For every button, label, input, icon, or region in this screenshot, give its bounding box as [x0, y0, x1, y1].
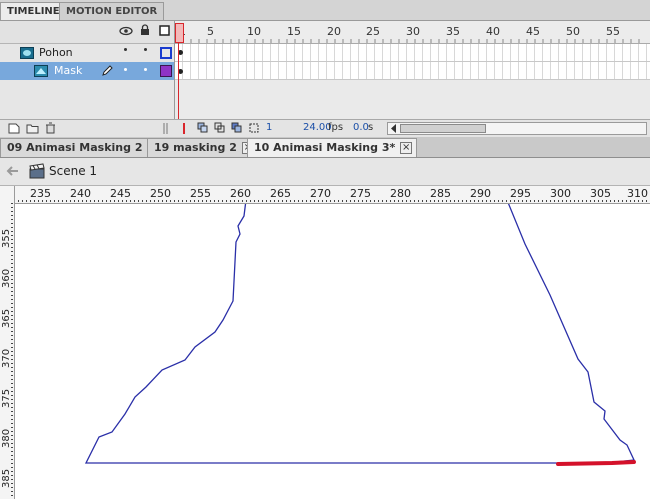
ruler-label: 300	[550, 187, 571, 200]
highlight-stroke	[556, 460, 636, 466]
doc-tab-label: 09 Animasi Masking 2	[7, 141, 143, 154]
center-frame-icon[interactable]	[180, 123, 188, 134]
ruler-label: 385	[1, 468, 12, 488]
scene-bar: Scene 1	[0, 158, 650, 186]
onion-skin-icon[interactable]	[197, 122, 209, 134]
ruler-label: 310	[627, 187, 648, 200]
outline-icon[interactable]	[159, 25, 171, 37]
frame-area: 1 5 10 15 20 25 30 35 40 45 50 55	[175, 21, 650, 140]
layer-panel: Pohon Mask	[0, 21, 175, 119]
ruler-label: 295	[510, 187, 531, 200]
layer-header	[0, 21, 174, 44]
resize-grip-icon[interactable]	[163, 123, 169, 134]
eye-icon[interactable]	[119, 26, 133, 36]
ruler-label: 365	[1, 308, 12, 328]
ruler-label: 260	[230, 187, 251, 200]
tab-timeline[interactable]: TIMELINE	[0, 2, 67, 20]
frame-ruler[interactable]: 1 5 10 15 20 25 30 35 40 45 50 55	[175, 21, 650, 44]
close-icon[interactable]: ×	[400, 142, 413, 154]
horizontal-ruler: 235 240 245 250 255 260 265 270 275 280 …	[14, 186, 650, 204]
tab-motion-editor[interactable]: MOTION EDITOR	[59, 2, 165, 20]
current-frame[interactable]: 1	[266, 122, 272, 133]
layer-mask-icon	[20, 47, 34, 59]
scroll-left-icon[interactable]	[390, 124, 397, 133]
scroll-thumb[interactable]	[400, 124, 486, 133]
doc-tab-label: 19 masking 2	[154, 141, 237, 154]
fps-unit: fps	[328, 122, 344, 133]
new-folder-icon[interactable]	[26, 123, 39, 134]
ruler-label: 290	[470, 187, 491, 200]
ruler-label: 250	[150, 187, 171, 200]
new-layer-icon[interactable]	[8, 123, 20, 134]
layer-name: Pohon	[39, 46, 73, 59]
ruler-label: 360	[1, 268, 12, 288]
clapperboard-icon	[29, 163, 45, 179]
playhead-handle[interactable]	[175, 23, 184, 43]
ruler-label: 285	[430, 187, 451, 200]
layer-name: Mask	[54, 64, 83, 77]
mask-shape[interactable]	[15, 204, 650, 499]
vertical-ruler: 355 360 365 370 375 380 385	[0, 186, 15, 499]
layer-row-mask[interactable]: Mask	[0, 62, 174, 80]
doc-tab-19-masking-2[interactable]: 19 masking 2×	[147, 138, 259, 157]
layer-color-box[interactable]	[160, 47, 172, 59]
layer-row-pohon[interactable]: Pohon	[0, 44, 174, 62]
edit-multiple-frames-icon[interactable]	[231, 122, 243, 134]
frame-row-mask[interactable]	[175, 62, 650, 80]
pencil-icon	[102, 65, 113, 76]
visibility-dot[interactable]	[124, 68, 127, 71]
ruler-label: 235	[30, 187, 51, 200]
document-tab-bar: 09 Animasi Masking 2× 19 masking 2× 10 A…	[0, 137, 650, 158]
ruler-label: 375	[1, 388, 12, 408]
doc-tab-label: 10 Animasi Masking 3*	[254, 141, 396, 154]
timeline-scrollbar[interactable]	[387, 122, 647, 135]
doc-tab-10-animasi-masking-3[interactable]: 10 Animasi Masking 3* ×	[247, 138, 418, 157]
ruler-label: 355	[1, 228, 12, 248]
ruler-label: 275	[350, 187, 371, 200]
frame-ticks	[175, 39, 640, 43]
layer-color-box[interactable]	[160, 65, 172, 77]
timeline-status-bar: 1 24.00 fps 0.0 s	[0, 119, 650, 138]
stage-canvas[interactable]	[15, 204, 650, 499]
ruler-label: 245	[110, 187, 131, 200]
ruler-label: 370	[1, 348, 12, 368]
ruler-label: 240	[70, 187, 91, 200]
elapsed-time[interactable]: 0.0	[353, 122, 369, 133]
panel-tab-strip: TIMELINE MOTION EDITOR	[0, 0, 650, 21]
frame-row-pohon[interactable]	[175, 44, 650, 62]
layer-masked-icon	[34, 65, 48, 77]
visibility-dot[interactable]	[124, 48, 127, 51]
lock-dot[interactable]	[144, 48, 147, 51]
doc-tab-09-animasi-masking-2[interactable]: 09 Animasi Masking 2×	[0, 138, 165, 157]
ruler-label: 265	[270, 187, 291, 200]
ruler-label: 255	[190, 187, 211, 200]
time-unit: s	[368, 122, 374, 133]
ruler-label: 270	[310, 187, 331, 200]
back-arrow-icon[interactable]	[5, 166, 19, 176]
ruler-label: 280	[390, 187, 411, 200]
ruler-label: 305	[590, 187, 611, 200]
delete-icon[interactable]	[45, 122, 56, 134]
lock-dot[interactable]	[144, 68, 147, 71]
onion-outline-icon[interactable]	[214, 122, 226, 134]
scene-label[interactable]: Scene 1	[49, 164, 97, 178]
ruler-label: 380	[1, 428, 12, 448]
lock-icon[interactable]	[140, 24, 150, 36]
modify-markers-icon[interactable]	[248, 122, 260, 134]
